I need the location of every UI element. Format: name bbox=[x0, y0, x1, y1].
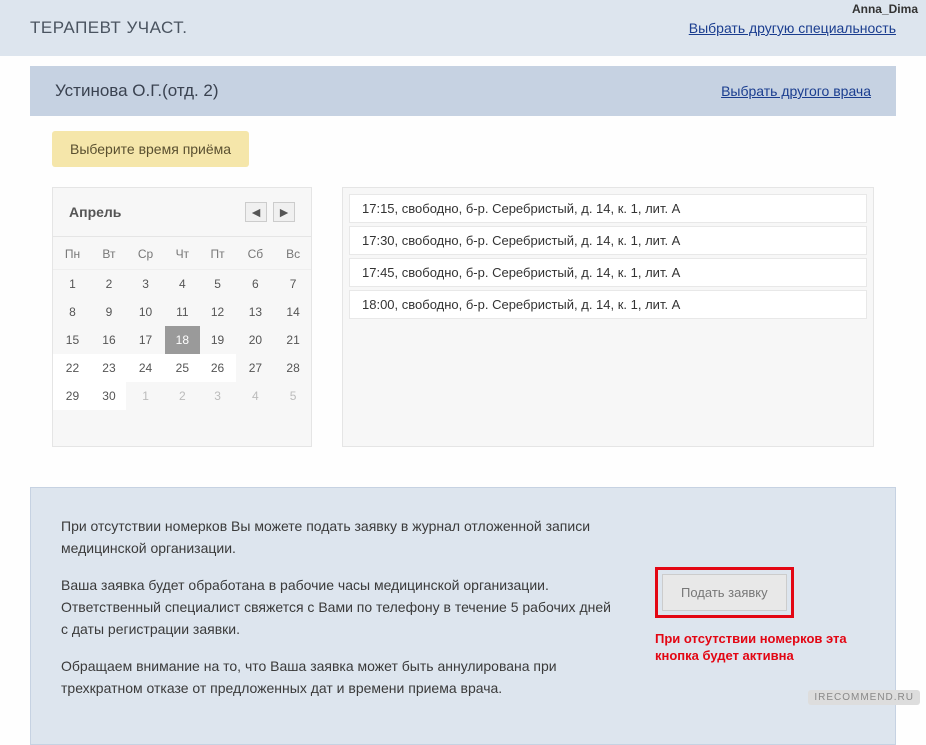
watermark-bottom: IRECOMMEND.RU bbox=[808, 690, 920, 705]
weekday-header: Чт bbox=[165, 237, 199, 270]
select-time-badge: Выберите время приёма bbox=[52, 131, 249, 167]
calendar-day[interactable]: 9 bbox=[92, 298, 126, 326]
calendar-day[interactable]: 4 bbox=[165, 270, 199, 299]
submit-note: При отсутствии номерков эта кнопка будет… bbox=[655, 630, 865, 665]
time-slot[interactable]: 18:00, свободно, б-р. Серебристый, д. 14… bbox=[349, 290, 867, 319]
info-paragraph-1: При отсутствии номерков Вы можете подать… bbox=[61, 516, 615, 559]
calendar-nav: ◄ ► bbox=[245, 202, 295, 222]
doctor-header: Устинова О.Г.(отд. 2) Выбрать другого вр… bbox=[30, 66, 896, 116]
prev-month-button[interactable]: ◄ bbox=[245, 202, 267, 222]
calendar-day[interactable]: 1 bbox=[53, 270, 92, 299]
calendar-day[interactable]: 5 bbox=[200, 270, 236, 299]
submit-highlight-box: Подать заявку bbox=[655, 567, 794, 618]
time-slot[interactable]: 17:15, свободно, б-р. Серебристый, д. 14… bbox=[349, 194, 867, 223]
weekday-header: Вс bbox=[275, 237, 311, 270]
next-month-button[interactable]: ► bbox=[273, 202, 295, 222]
calendar-day[interactable]: 27 bbox=[236, 354, 276, 382]
specialty-header: ТЕРАПЕВТ УЧАСТ. Выбрать другую специальн… bbox=[0, 0, 926, 56]
calendar-day[interactable]: 8 bbox=[53, 298, 92, 326]
calendar-day[interactable]: 25 bbox=[165, 354, 199, 382]
calendar-day[interactable]: 12 bbox=[200, 298, 236, 326]
calendar-day[interactable]: 22 bbox=[53, 354, 92, 382]
watermark-top: Anna_Dima bbox=[852, 2, 918, 16]
change-doctor-link[interactable]: Выбрать другого врача bbox=[721, 83, 871, 99]
calendar-day[interactable]: 15 bbox=[53, 326, 92, 354]
calendar-day[interactable]: 16 bbox=[92, 326, 126, 354]
doctor-name: Устинова О.Г.(отд. 2) bbox=[55, 81, 219, 101]
calendar-day: 3 bbox=[200, 382, 236, 410]
calendar-day[interactable]: 28 bbox=[275, 354, 311, 382]
weekday-header: Ср bbox=[126, 237, 165, 270]
calendar-day[interactable]: 18 bbox=[165, 326, 199, 354]
time-slots: 17:15, свободно, б-р. Серебристый, д. 14… bbox=[342, 187, 874, 447]
time-slot[interactable]: 17:45, свободно, б-р. Серебристый, д. 14… bbox=[349, 258, 867, 287]
submit-request-button[interactable]: Подать заявку bbox=[662, 574, 787, 611]
calendar-day: 5 bbox=[275, 382, 311, 410]
calendar-footer-space bbox=[53, 410, 311, 445]
weekday-header: Сб bbox=[236, 237, 276, 270]
info-text: При отсутствии номерков Вы можете подать… bbox=[61, 516, 615, 716]
calendar-day[interactable]: 19 bbox=[200, 326, 236, 354]
calendar-day: 4 bbox=[236, 382, 276, 410]
columns: Апрель ◄ ► ПнВтСрЧтПтСбВс 12345678910111… bbox=[52, 187, 874, 447]
weekday-header: Пн bbox=[53, 237, 92, 270]
calendar-day[interactable]: 10 bbox=[126, 298, 165, 326]
calendar-day[interactable]: 30 bbox=[92, 382, 126, 410]
calendar-day[interactable]: 20 bbox=[236, 326, 276, 354]
change-specialty-link[interactable]: Выбрать другую специальность bbox=[689, 20, 896, 36]
chevron-left-icon: ◄ bbox=[249, 204, 263, 220]
appointment-area: Выберите время приёма Апрель ◄ ► ПнВтС bbox=[30, 131, 896, 472]
info-paragraph-2: Ваша заявка будет обработана в рабочие ч… bbox=[61, 575, 615, 640]
info-panel: При отсутствии номерков Вы можете подать… bbox=[30, 487, 896, 745]
calendar-day[interactable]: 2 bbox=[92, 270, 126, 299]
calendar-header: Апрель ◄ ► bbox=[53, 188, 311, 237]
info-paragraph-3: Обращаем внимание на то, что Ваша заявка… bbox=[61, 656, 615, 699]
calendar-day[interactable]: 14 bbox=[275, 298, 311, 326]
calendar-day[interactable]: 13 bbox=[236, 298, 276, 326]
calendar-table: ПнВтСрЧтПтСбВс 1234567891011121314151617… bbox=[53, 237, 311, 410]
calendar: Апрель ◄ ► ПнВтСрЧтПтСбВс 12345678910111… bbox=[52, 187, 312, 447]
calendar-month: Апрель bbox=[69, 204, 121, 220]
calendar-day[interactable]: 7 bbox=[275, 270, 311, 299]
calendar-day: 1 bbox=[126, 382, 165, 410]
calendar-day[interactable]: 26 bbox=[200, 354, 236, 382]
time-slot[interactable]: 17:30, свободно, б-р. Серебристый, д. 14… bbox=[349, 226, 867, 255]
calendar-day[interactable]: 21 bbox=[275, 326, 311, 354]
weekday-header: Пт bbox=[200, 237, 236, 270]
page: ТЕРАПЕВТ УЧАСТ. Выбрать другую специальн… bbox=[0, 0, 926, 745]
calendar-day[interactable]: 29 bbox=[53, 382, 92, 410]
calendar-day[interactable]: 17 bbox=[126, 326, 165, 354]
calendar-day[interactable]: 23 bbox=[92, 354, 126, 382]
calendar-day[interactable]: 24 bbox=[126, 354, 165, 382]
calendar-day: 2 bbox=[165, 382, 199, 410]
calendar-day[interactable]: 11 bbox=[165, 298, 199, 326]
chevron-right-icon: ► bbox=[277, 204, 291, 220]
calendar-day[interactable]: 3 bbox=[126, 270, 165, 299]
submit-column: Подать заявку При отсутствии номерков эт… bbox=[655, 516, 865, 716]
specialty-title: ТЕРАПЕВТ УЧАСТ. bbox=[30, 18, 187, 38]
calendar-day[interactable]: 6 bbox=[236, 270, 276, 299]
weekday-header: Вт bbox=[92, 237, 126, 270]
